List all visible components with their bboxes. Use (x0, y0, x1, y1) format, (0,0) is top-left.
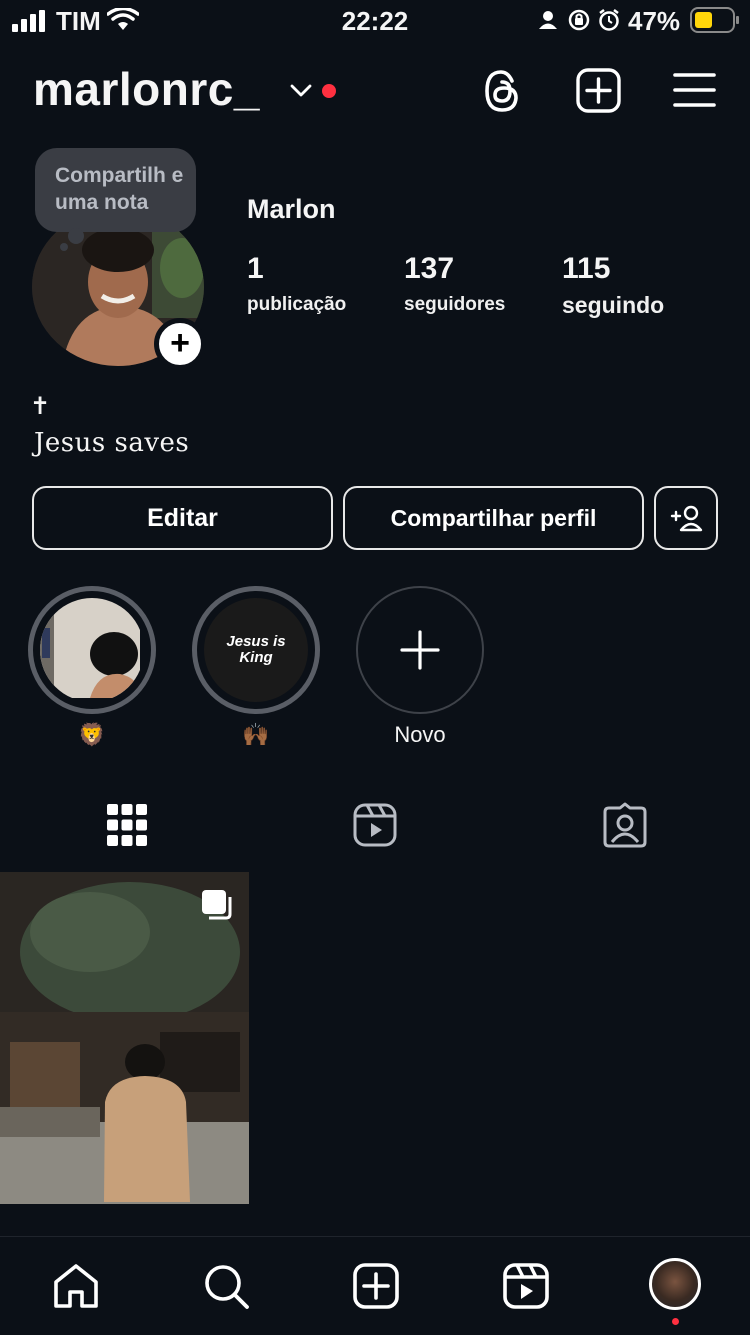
grid-icon[interactable] (105, 802, 149, 848)
profile-username[interactable]: marlonrc_ (33, 62, 260, 116)
tagged-tab-icon[interactable] (603, 802, 647, 848)
post-thumbnail[interactable] (0, 872, 249, 1204)
note-bubble-tail (68, 228, 84, 244)
bio-cross-icon: ✝ (30, 393, 51, 420)
note-bubble[interactable]: Compartilh e uma nota (35, 148, 196, 232)
highlight-lion[interactable] (28, 586, 156, 714)
threads-icon[interactable] (482, 68, 522, 114)
highlight-photo (40, 598, 140, 698)
alarm-icon (599, 9, 619, 31)
rotation-lock-icon (568, 9, 590, 31)
highlight-jesus-is-king[interactable]: Jesus is King (192, 586, 320, 714)
notification-dot (322, 84, 336, 98)
highlight-cover-text: Jesus is King (226, 633, 286, 666)
bio-text: Jesus saves (34, 428, 190, 458)
new-highlight-button[interactable] (356, 586, 484, 714)
posts-label[interactable]: publicação (247, 294, 346, 316)
home-icon[interactable] (52, 1262, 100, 1310)
following-count[interactable]: 115 (562, 252, 610, 286)
display-name: Marlon (247, 194, 336, 224)
followers-count[interactable]: 137 (404, 252, 454, 286)
highlight-hands-label: 🙌🏾 (242, 722, 270, 747)
profile-avatar-nav[interactable] (649, 1258, 701, 1310)
battery-percent: 47% (628, 6, 681, 36)
add-story-button[interactable]: + (154, 318, 206, 370)
create-post-icon[interactable] (576, 68, 621, 113)
person-status-icon (539, 11, 557, 29)
carousel-icon (202, 890, 232, 920)
menu-icon[interactable] (673, 72, 716, 108)
note-bubble-tail-small (60, 243, 68, 251)
battery-icon (690, 7, 739, 33)
discover-people-button[interactable] (654, 486, 718, 550)
search-icon[interactable] (202, 1262, 250, 1310)
highlight-cover (40, 598, 144, 702)
new-highlight-label: Novo (394, 722, 446, 747)
chevron-down-icon[interactable] (290, 84, 312, 98)
highlight-cover: Jesus is King (204, 598, 308, 702)
create-icon[interactable] (352, 1262, 400, 1310)
reels-icon[interactable] (502, 1262, 550, 1310)
profile-notification-dot (672, 1318, 679, 1325)
followers-label[interactable]: seguidores (404, 294, 505, 316)
reels-tab-icon[interactable] (353, 802, 397, 848)
status-bar: TIM 22:22 47% (0, 0, 750, 40)
add-person-icon (670, 505, 703, 532)
highlight-lion-label: 🦁 (78, 722, 106, 747)
following-label[interactable]: seguindo (562, 292, 664, 319)
plus-icon (400, 630, 440, 670)
posts-count[interactable]: 1 (247, 252, 264, 286)
share-profile-button[interactable]: Compartilhar perfil (343, 486, 644, 550)
edit-profile-button[interactable]: Editar (32, 486, 333, 550)
